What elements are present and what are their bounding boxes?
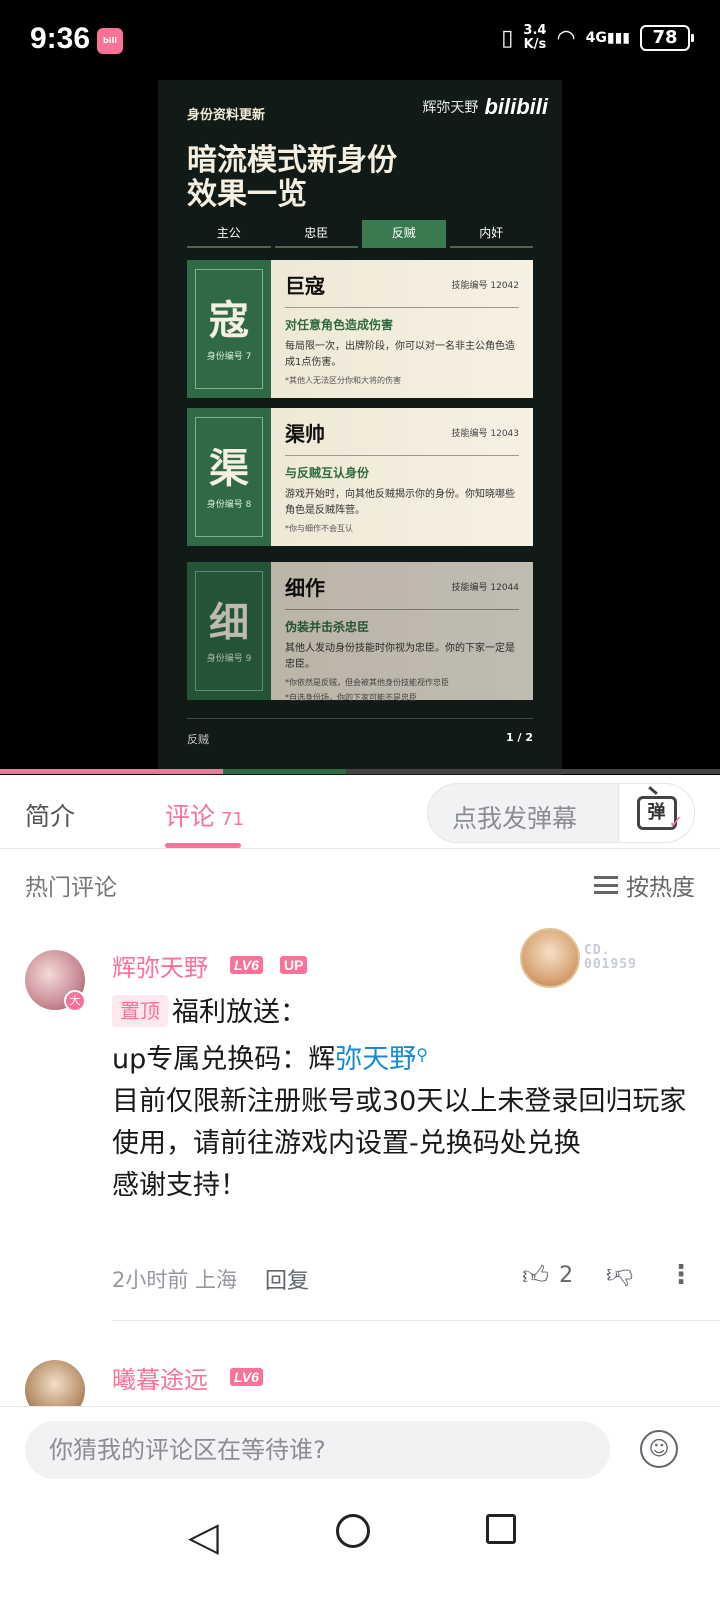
progress-fill	[0, 769, 224, 774]
identity-char: 细	[209, 599, 249, 646]
poster-tab-loyalist: 忠臣	[274, 220, 358, 248]
poster-role-tabs: 主公 忠臣 反贼 内奸	[187, 220, 533, 248]
bilibili-app-icon: bili	[97, 28, 123, 54]
skill-id: 技能编号 12042	[451, 281, 520, 291]
identity-number: 身份编号 8	[206, 499, 252, 510]
tab-comments[interactable]: 评论 71	[165, 797, 244, 833]
progress-buffer	[223, 769, 346, 774]
avatar[interactable]	[25, 1360, 85, 1406]
poster-image: 身份资料更新 辉弥天野 bilibili 暗流模式新身份 效果一览 主公 忠臣 反…	[158, 80, 562, 775]
fan-decoration-badge	[520, 928, 580, 988]
active-tab-indicator	[165, 843, 241, 848]
recent-apps-icon[interactable]	[486, 1514, 516, 1544]
emoji-icon[interactable]: ☺	[640, 1430, 678, 1468]
identity-card: 渠 身份编号 8 渠帅 技能编号 12043 与反贼互认身份 游戏开始时，向其他…	[187, 408, 533, 546]
poster-tag: 身份资料更新	[187, 108, 266, 123]
ability-note: *你依然是反贼，但会被其他身份技能视作忠臣	[285, 678, 449, 687]
like-count: 2	[559, 1263, 574, 1288]
level-badge: LV6	[230, 1368, 263, 1386]
sort-menu-icon	[594, 876, 618, 894]
video-progress-bar[interactable]	[0, 769, 720, 774]
identity-number: 身份编号 9	[206, 653, 252, 664]
comment-text: 置顶 福利放送： up专属兑换码：辉弥天野⚲ 目前仅限新注册账号或30天以上未登录…	[112, 995, 687, 1201]
identity-card: 细 身份编号 9 细作 技能编号 12044 伪装并击杀忠臣 其他人发动身份技能…	[187, 562, 533, 702]
identity-char: 渠	[209, 445, 249, 492]
poster-brand: 辉弥天野 bilibili	[422, 94, 548, 119]
identity-card: 寇 身份编号 7 巨寇 技能编号 12042 对任意角色造成伤害 每局限一次，出…	[187, 260, 533, 398]
ability-note: *其他人无法区分你和大将的伤害	[285, 376, 401, 385]
poster-tab-rebel: 反贼	[362, 220, 446, 248]
comment-item: 大 辉弥天野 LV6 UP CD. 001959 置顶 福利放送： up专属兑换码：…	[0, 928, 720, 1322]
tab-intro[interactable]: 简介	[25, 797, 75, 833]
comment-count: 71	[221, 809, 244, 830]
skill-id: 技能编号 12044	[451, 583, 520, 593]
wifi-icon: ◠	[556, 25, 576, 51]
comment-meta: 2小时前 上海	[112, 1268, 238, 1292]
status-bar: 9:36 bili ▯ 3.4 K/s ◠ 4G▮▮▮ 78	[0, 0, 720, 80]
danmaku-toggle-button[interactable]: 弹	[618, 784, 694, 842]
search-icon[interactable]: ⚲	[416, 1045, 428, 1064]
content-tabs: 简介 评论 71 点我发弹幕 弹	[0, 775, 720, 849]
ability-title: 与反贼互认身份	[285, 466, 370, 480]
up-badge: UP	[280, 956, 308, 974]
home-icon[interactable]	[336, 1514, 370, 1548]
decoration-number: CD. 001959	[584, 943, 637, 972]
comment-sort-row: 热门评论 按热度	[0, 850, 720, 920]
thumb-down-icon[interactable]: 👍︎	[606, 1260, 633, 1291]
ability-desc: 每局限一次，出牌阶段，你可以对一名非主公角色造成1点伤害。	[285, 341, 515, 368]
ability-title: 伪装并击杀忠臣	[285, 620, 370, 634]
comment-item: 曦暮途远 LV6	[0, 1340, 720, 1406]
hot-comments-label: 热门评论	[25, 875, 117, 901]
vibrate-icon: ▯	[501, 25, 514, 51]
like-button[interactable]: 👍︎ 2	[522, 1260, 573, 1291]
poster-title: 暗流模式新身份 效果一览	[187, 143, 397, 212]
cellular-icon: 4G▮▮▮	[585, 30, 630, 46]
ability-title: 对任意角色造成伤害	[285, 318, 394, 332]
ability-desc: 游戏开始时，向其他反贼揭示你的身份。你知晓哪些角色是反贼阵营。	[285, 489, 515, 516]
skill-id: 技能编号 12043	[451, 429, 520, 439]
poster-page-indicator: 1 / 2	[506, 731, 533, 744]
pinned-tag: 置顶	[112, 995, 168, 1027]
status-icons: ▯ 3.4 K/s ◠ 4G▮▮▮ 78	[501, 23, 694, 52]
mention-link[interactable]: 弥天野	[335, 1044, 416, 1075]
comment-username[interactable]: 辉弥天野	[112, 948, 208, 983]
reply-button[interactable]: 回复	[265, 1263, 309, 1295]
comment-input[interactable]: 你猜我的评论区在等待谁?	[25, 1421, 610, 1479]
comment-divider	[112, 1320, 720, 1321]
danmaku-input[interactable]: 点我发弹幕 弹	[427, 783, 695, 843]
status-time: 9:36	[30, 22, 91, 55]
system-nav-bar: ◁	[0, 1494, 720, 1604]
network-speed: 3.4 K/s	[523, 23, 547, 52]
poster-tab-traitor: 内奸	[449, 220, 533, 248]
video-player[interactable]: 身份资料更新 辉弥天野 bilibili 暗流模式新身份 效果一览 主公 忠臣 反…	[0, 80, 720, 775]
battery-icon: 78	[640, 25, 694, 51]
poster-footer-label: 反贼	[187, 733, 209, 746]
avatar-badge: 大	[64, 990, 86, 1012]
comment-username[interactable]: 曦暮途远	[112, 1360, 208, 1395]
thumb-up-icon: 👍︎	[522, 1261, 550, 1291]
identity-char: 寇	[209, 297, 249, 344]
ability-note: *你与细作不会互认	[285, 524, 353, 533]
back-icon[interactable]: ◁	[188, 1514, 219, 1560]
danmaku-tv-icon: 弹	[636, 796, 684, 837]
ability-note: *自选身份场，你的下家可能不是忠臣	[285, 693, 417, 702]
more-options-icon[interactable]: ⋮	[668, 1260, 694, 1290]
ability-desc: 其他人发动身份技能时你视为忠臣。你的下家一定是忠臣。	[285, 643, 515, 670]
danmaku-placeholder: 点我发弹幕	[452, 804, 578, 833]
sort-button[interactable]: 按热度	[594, 868, 695, 902]
poster-tab-lord: 主公	[187, 220, 271, 248]
comment-input-bar: 你猜我的评论区在等待谁? ☺	[0, 1406, 720, 1494]
level-badge: LV6	[230, 956, 263, 974]
identity-number: 身份编号 7	[206, 351, 252, 362]
bilibili-logo: bilibili	[484, 94, 548, 119]
